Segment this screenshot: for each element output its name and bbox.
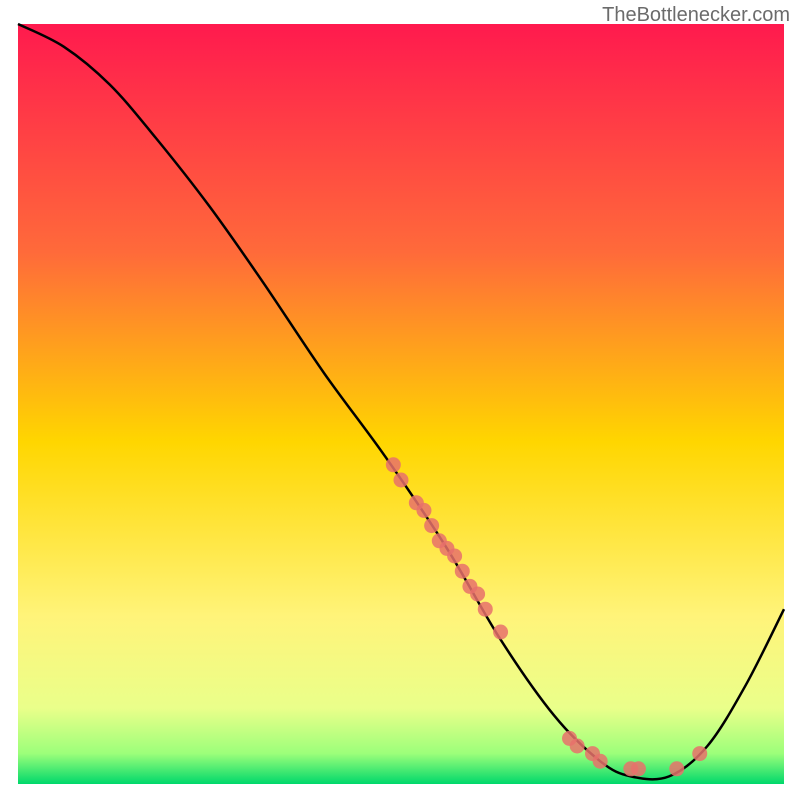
data-point — [394, 473, 409, 488]
watermark-text: TheBottlenecker.com — [602, 4, 790, 27]
data-point — [470, 587, 485, 602]
chart-container: TheBottlenecker.com — [0, 0, 800, 800]
data-point — [424, 518, 439, 533]
data-point — [447, 549, 462, 564]
data-point — [669, 761, 684, 776]
data-point — [570, 739, 585, 754]
data-point — [593, 754, 608, 769]
bottleneck-chart — [0, 0, 800, 800]
data-point — [386, 457, 401, 472]
data-point — [416, 503, 431, 518]
data-point — [455, 564, 470, 579]
data-point — [478, 602, 493, 617]
data-point — [692, 746, 707, 761]
data-point — [631, 761, 646, 776]
data-point — [493, 625, 508, 640]
plot-background — [18, 24, 784, 784]
